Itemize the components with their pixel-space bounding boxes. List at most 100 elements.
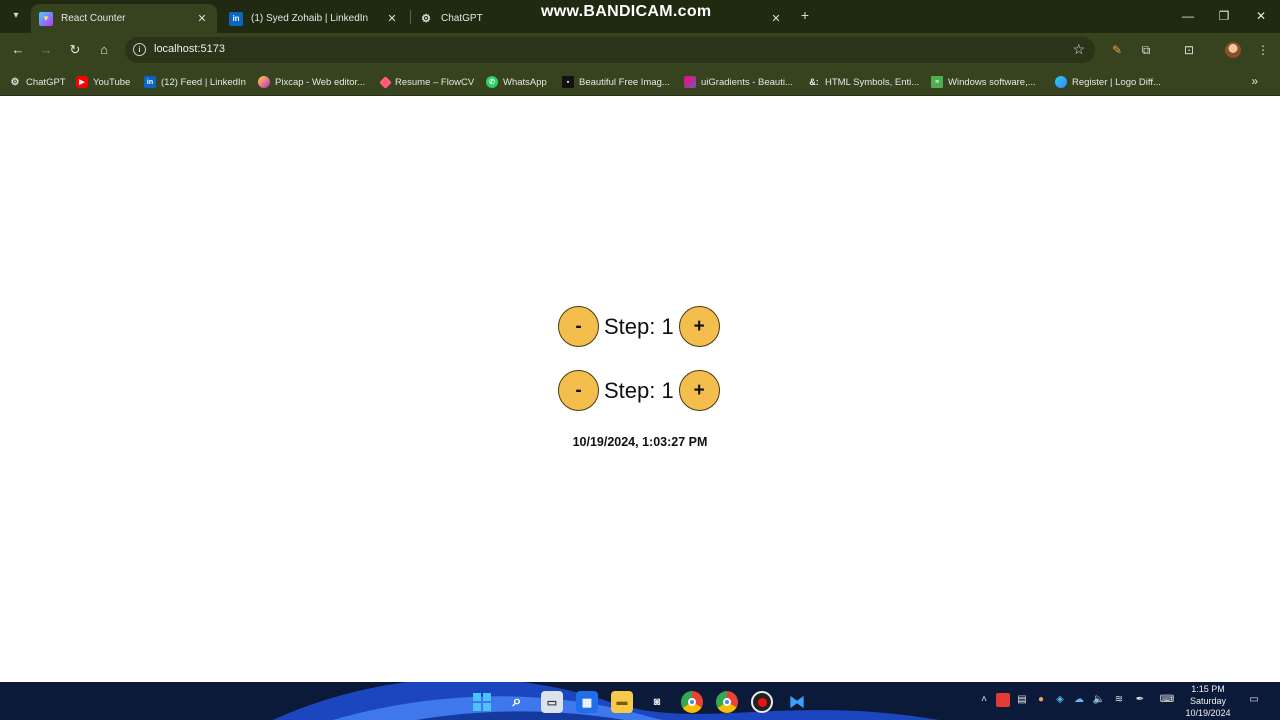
close-icon[interactable]: ✕ bbox=[769, 12, 783, 25]
recording-watermark: www.BANDICAM.com bbox=[541, 3, 712, 20]
tab-title: (1) Syed Zohaib | LinkedIn bbox=[251, 13, 369, 24]
home-icon[interactable]: ⌂ bbox=[94, 40, 114, 60]
bookmark-label: Windows software,... bbox=[948, 76, 1036, 88]
clock-date: 10/19/2024 bbox=[1185, 708, 1231, 718]
bookmark-unsplash[interactable]: ▪ Beautiful Free Imag... bbox=[562, 74, 670, 90]
bookmark-youtube[interactable]: ▶ YouTube bbox=[76, 74, 130, 90]
address-url[interactable]: localhost:5173 bbox=[154, 43, 225, 55]
html-symbols-icon: &: bbox=[809, 77, 819, 87]
bookmarks-bar: ⚙ ChatGPT ▶ YouTube in (12) Feed | Linke… bbox=[0, 67, 1280, 96]
unsplash-icon: ▪ bbox=[562, 76, 574, 88]
tab-strip: ▾ ▼ React Counter ✕ in (1) Syed Zohaib |… bbox=[0, 0, 1280, 33]
bookmark-label: Resume – FlowCV bbox=[395, 76, 475, 88]
decrement-button[interactable]: - bbox=[558, 306, 599, 347]
bookmark-flowcv[interactable]: Resume – FlowCV bbox=[379, 74, 475, 90]
widgets-icon[interactable]: ▦ bbox=[576, 691, 598, 713]
bookmark-windows-software[interactable]: ≡ Windows software,... bbox=[931, 74, 1036, 90]
system-clock[interactable]: 1:15 PM Saturday 10/19/2024 bbox=[1178, 683, 1238, 719]
youtube-icon: ▶ bbox=[76, 76, 88, 88]
chevron-right-icon[interactable]: » bbox=[1251, 74, 1258, 88]
vite-icon: ▼ bbox=[39, 11, 53, 26]
screenshot-icon[interactable]: ⊡ bbox=[1180, 41, 1198, 59]
bookmark-label: WhatsApp bbox=[503, 76, 547, 88]
camera-icon[interactable]: ◙ bbox=[646, 691, 668, 713]
linkedin-icon: in bbox=[229, 11, 243, 26]
bandicam-tray-icon[interactable] bbox=[996, 693, 1010, 707]
uigradients-icon bbox=[684, 76, 696, 88]
increment-button[interactable]: + bbox=[678, 370, 720, 411]
increment-button[interactable]: + bbox=[678, 306, 720, 347]
keyboard-icon[interactable]: ⌨ bbox=[1157, 693, 1177, 707]
bookmark-label: uiGradients - Beauti... bbox=[701, 76, 793, 88]
forward-arrow-icon[interactable]: → bbox=[36, 40, 56, 60]
windows-taskbar: ⌕ ▭ ▦ ▬ ◙ ⧓ ˄ ▤ ● ◈ ☁ 🔈 ≋ ✒ ⌨ 1:15 PM Sa… bbox=[0, 682, 1280, 720]
bookmark-star-icon[interactable]: ☆ bbox=[1072, 41, 1085, 58]
chatgpt-icon: ⚙ bbox=[10, 76, 20, 88]
security-tray-icon[interactable]: ◈ bbox=[1053, 693, 1067, 707]
extensions-puzzle-icon[interactable]: ⧉ bbox=[1137, 41, 1155, 59]
close-window-button[interactable]: ✕ bbox=[1251, 6, 1271, 26]
volume-icon[interactable]: 🔈 bbox=[1092, 693, 1106, 707]
bookmark-logo-diffusion[interactable]: Register | Logo Diff... bbox=[1055, 74, 1161, 90]
clock-day: Saturday bbox=[1189, 696, 1227, 706]
windows-software-icon: ≡ bbox=[931, 76, 943, 88]
tab-title: React Counter bbox=[61, 13, 126, 24]
bookmark-whatsapp[interactable]: ✆ WhatsApp bbox=[486, 74, 547, 90]
step-value: Step: 1 bbox=[604, 377, 674, 403]
bookmark-pixcap[interactable]: Pixcap - Web editor... bbox=[258, 74, 365, 90]
bookmark-label: Pixcap - Web editor... bbox=[275, 76, 366, 88]
tab-linkedin[interactable]: in (1) Syed Zohaib | LinkedIn ✕ bbox=[221, 4, 407, 33]
close-icon[interactable]: ✕ bbox=[195, 12, 209, 25]
reload-icon[interactable]: ↻ bbox=[65, 40, 85, 60]
step-value: Step: 1 bbox=[604, 313, 674, 339]
pixcap-icon bbox=[258, 76, 270, 88]
notification-icon[interactable]: ▭ bbox=[1246, 693, 1262, 707]
minimize-button[interactable]: — bbox=[1178, 6, 1198, 26]
chrome-icon[interactable] bbox=[681, 691, 703, 713]
logo-diffusion-icon bbox=[1055, 76, 1067, 88]
step-counter-row: - Step: 1 + bbox=[558, 306, 720, 347]
address-bar[interactable]: i localhost:5173 ☆ bbox=[125, 37, 1095, 63]
flowcv-icon bbox=[379, 75, 392, 89]
chrome-icon[interactable] bbox=[716, 691, 738, 713]
bookmark-label: Register | Logo Diff... bbox=[1072, 76, 1161, 88]
vscode-icon[interactable]: ⧓ bbox=[786, 691, 808, 713]
page-content: - Step: 1 + - Step: 1 + 10/19/2024, 1:03… bbox=[0, 96, 1280, 682]
new-tab-button[interactable]: + bbox=[797, 7, 813, 23]
back-arrow-icon[interactable]: ← bbox=[8, 40, 28, 60]
file-explorer-icon[interactable]: ▬ bbox=[611, 691, 633, 713]
browser-toolbar: ← → ↻ ⌂ i localhost:5173 ☆ ✎ ⧉ ⊡ ⋮ bbox=[0, 33, 1280, 67]
menu-dots-icon[interactable]: ⋮ bbox=[1254, 41, 1272, 59]
task-view-icon[interactable]: ▭ bbox=[541, 691, 563, 713]
tab-react-counter[interactable]: ▼ React Counter ✕ bbox=[31, 4, 217, 33]
bookmark-chatgpt[interactable]: ⚙ ChatGPT bbox=[9, 74, 66, 90]
bookmark-label: (12) Feed | LinkedIn bbox=[161, 76, 246, 88]
tab-search-button[interactable]: ▾ bbox=[6, 6, 26, 26]
bookmark-label: ChatGPT bbox=[26, 76, 66, 88]
bookmark-label: Beautiful Free Imag... bbox=[579, 76, 670, 88]
profile-avatar[interactable] bbox=[1225, 42, 1241, 58]
bandicam-record-icon[interactable] bbox=[751, 691, 773, 713]
cloud-tray-icon[interactable]: ☁ bbox=[1072, 693, 1086, 707]
windows-start-icon[interactable] bbox=[471, 691, 493, 713]
clock-time: 1:15 PM bbox=[1191, 684, 1225, 694]
bookmark-html-symbols[interactable]: &: HTML Symbols, Enti... bbox=[808, 74, 919, 90]
close-icon[interactable]: ✕ bbox=[385, 12, 399, 25]
pen-extension-icon[interactable]: ✎ bbox=[1108, 41, 1126, 59]
decrement-button[interactable]: - bbox=[558, 370, 599, 411]
wifi-icon[interactable]: ≋ bbox=[1112, 693, 1126, 707]
search-icon[interactable]: ⌕ bbox=[506, 691, 528, 713]
chatgpt-icon: ⚙ bbox=[421, 13, 431, 25]
linkedin-icon: in bbox=[144, 76, 156, 88]
bookmark-label: YouTube bbox=[93, 76, 131, 88]
computed-date: 10/19/2024, 1:03:27 PM bbox=[572, 435, 708, 449]
notes-tray-icon[interactable]: ▤ bbox=[1015, 693, 1029, 707]
bookmark-uigradients[interactable]: uiGradients - Beauti... bbox=[684, 74, 793, 90]
app-tray-icon[interactable]: ● bbox=[1034, 693, 1048, 707]
chevron-up-icon[interactable]: ˄ bbox=[977, 693, 991, 707]
whatsapp-icon: ✆ bbox=[486, 76, 498, 88]
restore-button[interactable]: ❐ bbox=[1214, 6, 1234, 26]
pen-tray-icon[interactable]: ✒ bbox=[1133, 693, 1147, 707]
site-info-icon[interactable]: i bbox=[133, 43, 146, 56]
bookmark-linkedin-feed[interactable]: in (12) Feed | LinkedIn bbox=[144, 74, 246, 90]
